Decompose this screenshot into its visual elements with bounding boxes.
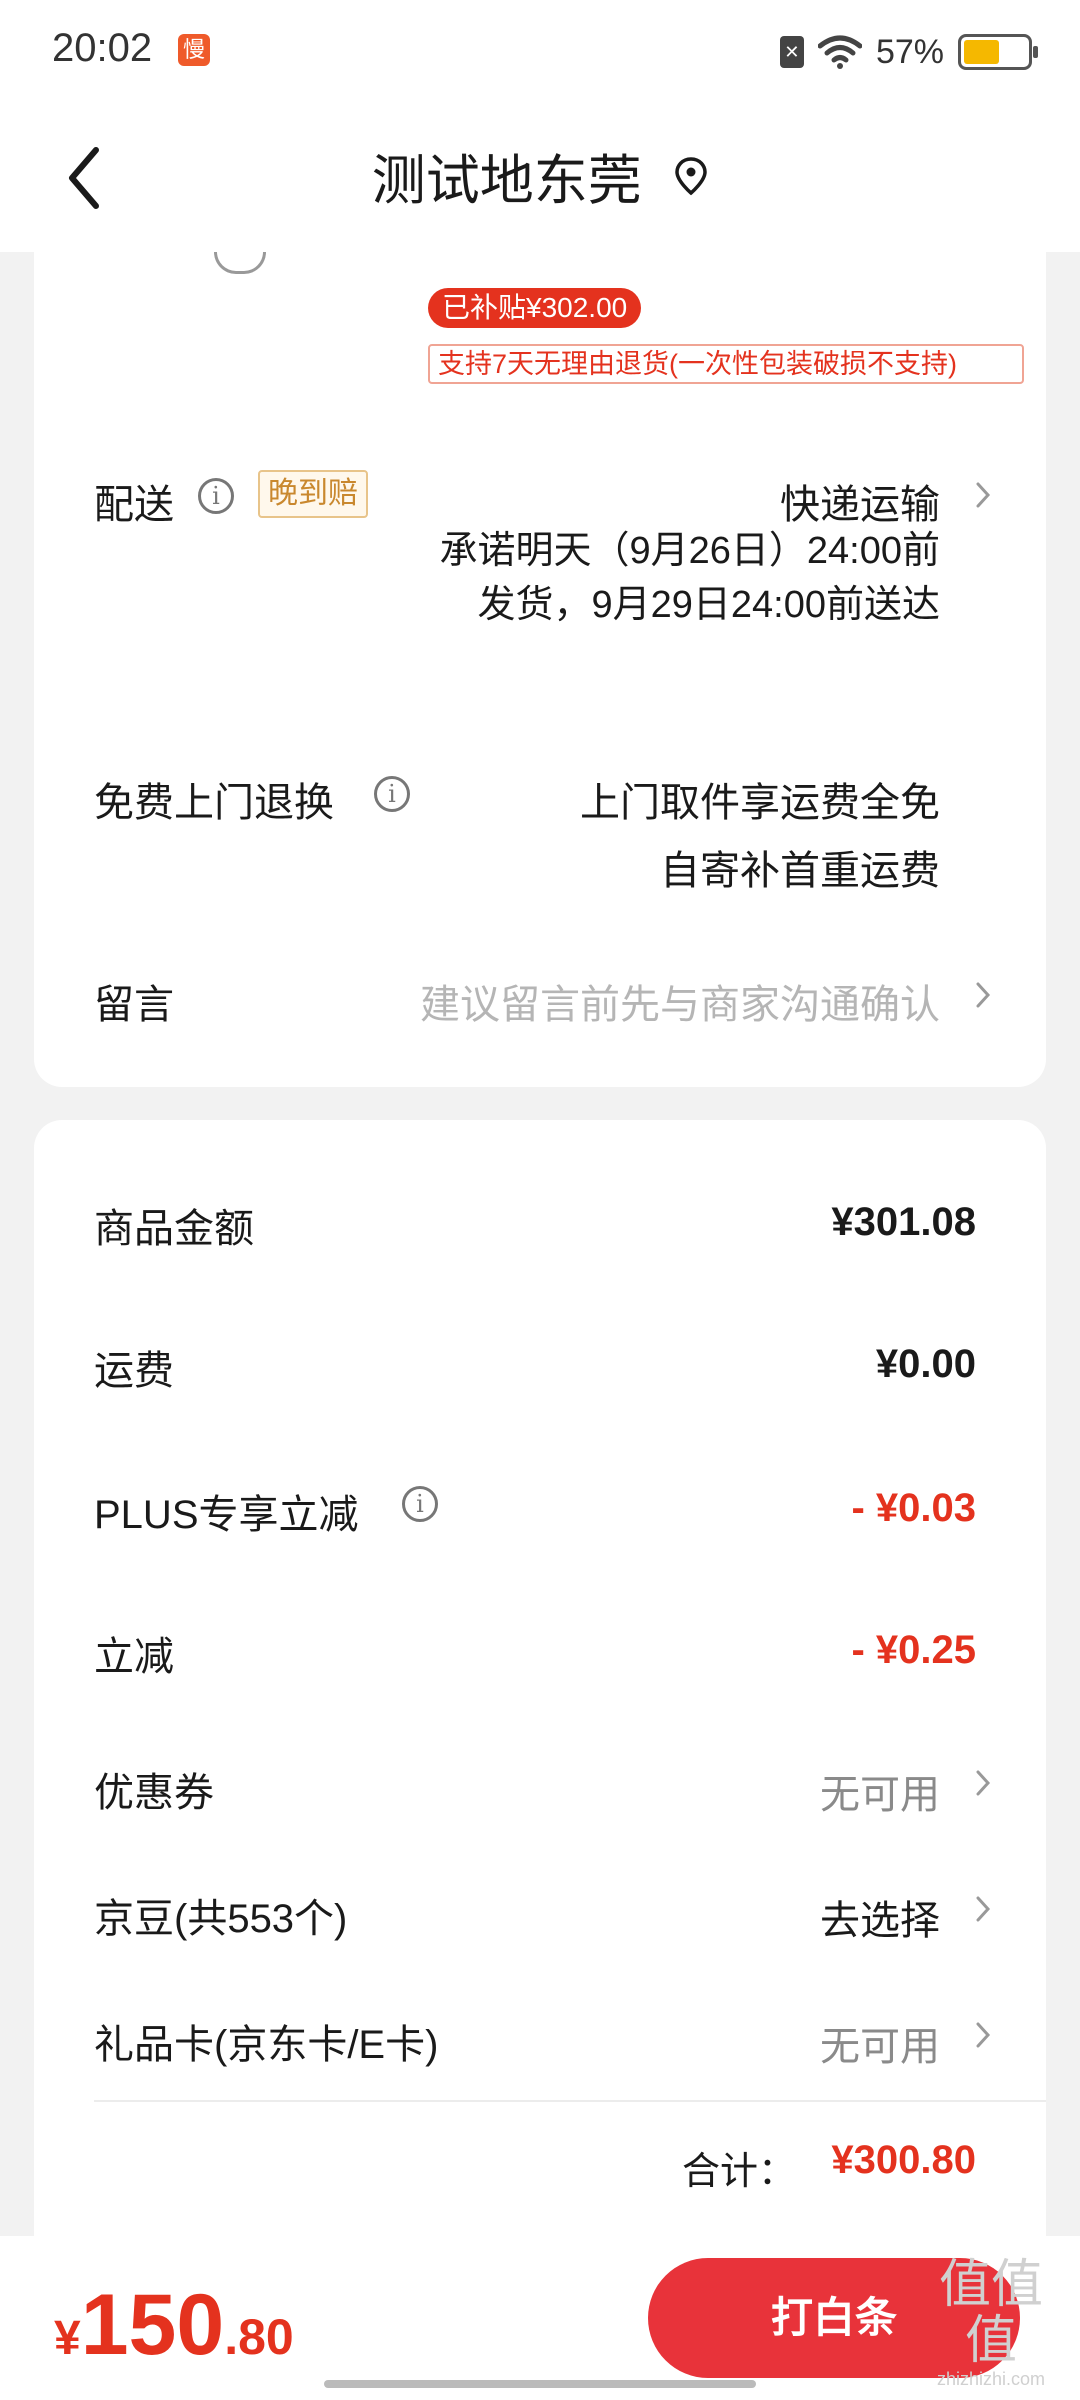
location-pin-icon[interactable] [674,156,708,196]
delivery-promise-text: 承诺明天（9月26日）24:00前发货，9月29日24:00前送达 [439,530,941,626]
goods-amount-label: 商品金额 [94,1207,254,1251]
jd-bean-label: 京豆(共553个) [94,1897,348,1941]
delivery-method[interactable]: 快递运输 [780,472,940,530]
delivery-info-icon[interactable]: i [198,478,234,514]
status-bar: 20:02 慢 ✕ 57% [0,0,1080,100]
instant-discount-value: - ¥0.25 [851,1628,976,1672]
chevron-right-icon[interactable] [974,480,992,510]
jd-bean-select[interactable]: 去选择 [820,1888,940,1946]
message-input[interactable]: 建议留言前先与商家沟通确认 [420,972,940,1030]
shipping-fee-value: ¥0.00 [875,1342,976,1386]
chevron-right-icon[interactable] [974,1894,992,1924]
chevron-right-icon[interactable] [974,2020,992,2050]
divider [94,2100,1046,2102]
message-label: 留言 [94,983,174,1027]
gift-card-label: 礼品卡(京东卡/E卡) [94,2023,439,2067]
plus-discount-value: - ¥0.03 [851,1486,976,1530]
instant-discount-label: 立减 [94,1635,174,1679]
delivery-label: 配送 [94,483,174,527]
plus-discount-label: PLUS专享立减 [94,1493,359,1537]
status-indicators: ✕ 57% [779,30,1038,74]
watermark: 值值值 zhizhizhi.com [916,2257,1066,2390]
total-value: ¥300.80 [831,2138,976,2182]
home-indicator[interactable] [324,2380,756,2388]
title-wrap: 测试地东莞 [0,136,1080,215]
amount-integer: 150 [80,2277,225,2373]
plus-discount-info-icon[interactable]: i [402,1486,438,1522]
page-header: 测试地东莞 [0,100,1080,252]
wifi-icon [817,35,862,69]
order-info-card: 已补贴¥302.00 支持7天无理由退货(一次性包装破损不支持) 配送 i 晚到… [34,252,1046,1087]
shipping-fee-label: 运费 [94,1349,174,1393]
chevron-right-icon[interactable] [974,980,992,1010]
payable-amount: ¥150.80 [54,2276,294,2375]
price-summary-card: 商品金额 ¥301.08 运费 ¥0.00 PLUS专享立减 i - ¥0.03… [34,1120,1046,2240]
watermark-logo: 值值值 [938,2256,1043,2370]
battery-percent: 57% [875,32,944,71]
sim-icon: ✕ [779,36,804,68]
watermark-url: zhizhizhi.com [936,2369,1046,2389]
app-notification-icon: 慢 [178,34,210,66]
battery-icon [958,34,1038,70]
return-policy-tag: 支持7天无理由退货(一次性包装破损不支持) [428,344,1024,384]
free-return-line1: 上门取件享运费全免 [580,781,940,825]
status-time: 20:02 [52,26,153,70]
gift-card-value[interactable]: 无可用 [820,2014,940,2072]
battery-level-fill [964,40,1000,64]
chevron-right-icon[interactable] [974,1768,992,1798]
checkout-bar: ¥150.80 打白条 值值值 zhizhizhi.com [0,2236,1080,2400]
currency-symbol: ¥ [54,2312,81,2365]
free-return-info-icon[interactable]: i [374,776,410,812]
subsidy-badge: 已补贴¥302.00 [428,288,642,328]
goods-amount-value: ¥301.08 [831,1200,976,1244]
coupon-value[interactable]: 无可用 [820,1762,940,1820]
late-compensation-badge: 晚到赔 [258,470,368,518]
amount-decimal: .80 [224,2309,294,2365]
total-label: 合计： [681,2151,796,2193]
free-return-line2: 自寄补首重运费 [660,849,940,893]
free-return-label: 免费上门退换 [94,781,334,825]
product-thumbnail[interactable] [214,252,266,274]
page-title: 测试地东莞 [371,151,642,211]
coupon-label: 优惠券 [94,1771,214,1815]
